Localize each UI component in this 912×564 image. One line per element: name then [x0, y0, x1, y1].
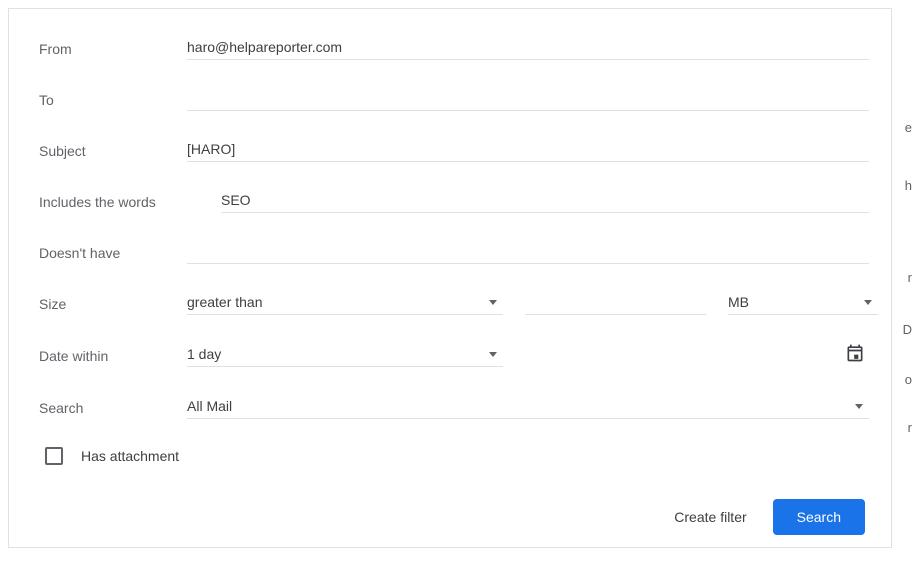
search-filter-dialog: From To Subject Includes the words Doesn… [8, 8, 892, 548]
chevron-down-icon [855, 404, 863, 409]
date-within-select[interactable]: 1 day [187, 344, 503, 367]
row-to: To [39, 88, 869, 111]
label-to: To [39, 92, 187, 108]
search-button[interactable]: Search [773, 499, 865, 535]
row-date: Date within 1 day [39, 343, 869, 368]
size-comparator-value: greater than [187, 294, 263, 310]
chevron-down-icon [489, 300, 497, 305]
bg-peek: r [908, 420, 912, 435]
row-from: From [39, 37, 869, 60]
create-filter-button[interactable]: Create filter [674, 509, 746, 525]
size-unit-select[interactable]: MB [728, 292, 878, 315]
from-input[interactable] [187, 37, 869, 60]
label-subject: Subject [39, 143, 187, 159]
label-date: Date within [39, 348, 187, 364]
size-value-input[interactable] [525, 292, 706, 315]
to-input[interactable] [187, 88, 869, 111]
label-search-in: Search [39, 400, 187, 416]
date-within-value: 1 day [187, 346, 221, 362]
chevron-down-icon [489, 352, 497, 357]
chevron-down-icon [864, 300, 872, 305]
bg-peek: e [905, 120, 912, 135]
row-size: Size greater than MB [39, 292, 869, 315]
row-search-in: Search All Mail [39, 396, 869, 419]
doesnt-input[interactable] [187, 241, 869, 264]
bg-peek: D [903, 322, 912, 337]
bg-peek: h [905, 178, 912, 193]
row-subject: Subject [39, 139, 869, 162]
size-unit-value: MB [728, 294, 749, 310]
size-comparator-select[interactable]: greater than [187, 292, 503, 315]
label-size: Size [39, 296, 187, 312]
has-attachment-checkbox[interactable] [45, 447, 63, 465]
label-doesnt: Doesn't have [39, 245, 187, 261]
label-from: From [39, 41, 187, 57]
includes-input[interactable] [221, 190, 869, 213]
search-in-value: All Mail [187, 398, 232, 414]
row-doesnt: Doesn't have [39, 241, 869, 264]
bg-peek: o [905, 372, 912, 387]
bg-peek: r [908, 270, 912, 285]
label-includes: Includes the words [39, 194, 221, 210]
calendar-icon[interactable] [845, 343, 865, 368]
search-in-select[interactable]: All Mail [187, 396, 869, 419]
label-attachment: Has attachment [81, 448, 179, 464]
dialog-actions: Create filter Search [39, 499, 869, 535]
row-attachment: Has attachment [39, 447, 869, 465]
row-includes: Includes the words [39, 190, 869, 213]
subject-input[interactable] [187, 139, 869, 162]
